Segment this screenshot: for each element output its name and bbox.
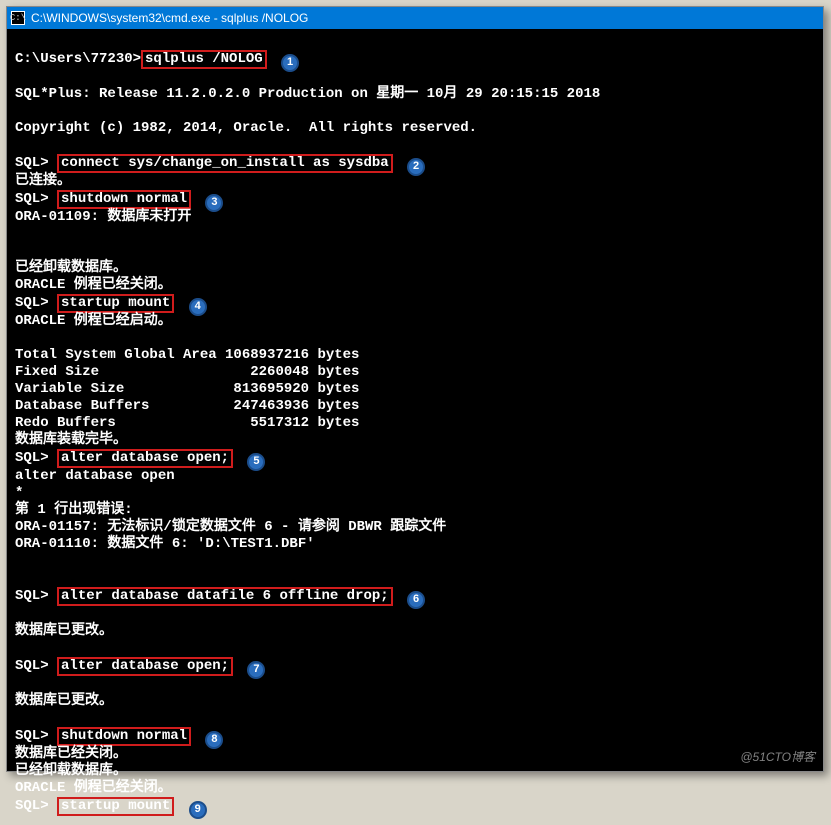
prompt: C:\Users\77230> <box>15 51 141 67</box>
mem-var: Variable Size 813695920 bytes <box>15 381 359 397</box>
msg-dismounted: 已经卸载数据库。 <box>15 260 127 276</box>
cmd-sqlplus: sqlplus /NOLOG <box>141 50 267 69</box>
step-badge-4: 4 <box>189 298 207 316</box>
cmd-shutdown-1: shutdown normal <box>57 190 191 209</box>
sql-prompt: SQL> <box>15 450 57 466</box>
cmd-shutdown-2: shutdown normal <box>57 727 191 746</box>
step-badge-2: 2 <box>407 158 425 176</box>
mem-redo: Redo Buffers 5517312 bytes <box>15 415 359 431</box>
err-line: 第 1 行出现错误: <box>15 502 133 518</box>
step-badge-7: 7 <box>247 661 265 679</box>
sql-prompt: SQL> <box>15 658 57 674</box>
mem-fixed: Fixed Size 2260048 bytes <box>15 364 359 380</box>
cmd-datafile-drop: alter database datafile 6 offline drop; <box>57 587 393 606</box>
mem-sga: Total System Global Area 1068937216 byte… <box>15 347 359 363</box>
msg-ora01110: ORA-01110: 数据文件 6: 'D:\TEST1.DBF' <box>15 536 315 552</box>
sql-prompt: SQL> <box>15 155 57 171</box>
copyright-line: Copyright (c) 1982, 2014, Oracle. All ri… <box>15 120 477 136</box>
window-title-bar[interactable]: C:\ C:\WINDOWS\system32\cmd.exe - sqlplu… <box>7 7 823 29</box>
msg-db-altered-2: 数据库已更改。 <box>15 693 113 709</box>
msg-oracle-closed-2: ORACLE 例程已经关闭。 <box>15 780 172 796</box>
step-badge-9: 9 <box>189 801 207 819</box>
release-line: SQL*Plus: Release 11.2.0.2.0 Production … <box>15 86 600 102</box>
msg-oracle-closed: ORACLE 例程已经关闭。 <box>15 277 172 293</box>
step-badge-5: 5 <box>247 453 265 471</box>
msg-ora01157: ORA-01157: 无法标识/锁定数据文件 6 - 请参阅 DBWR 跟踪文件 <box>15 519 446 535</box>
step-badge-8: 8 <box>205 731 223 749</box>
cmd-alter-open-1: alter database open; <box>57 449 233 468</box>
step-badge-3: 3 <box>205 194 223 212</box>
msg-oracle-started: ORACLE 例程已经启动。 <box>15 313 172 329</box>
cmd-connect: connect sys/change_on_install as sysdba <box>57 154 393 173</box>
msg-ora01109: ORA-01109: 数据库未打开 <box>15 209 191 225</box>
cmd-startup-mount-1: startup mount <box>57 294 174 313</box>
sql-prompt: SQL> <box>15 728 57 744</box>
mem-dbbuf: Database Buffers 247463936 bytes <box>15 398 359 414</box>
terminal-body[interactable]: C:\Users\77230>sqlplus /NOLOG 1 SQL*Plus… <box>7 29 823 820</box>
msg-dismounted-2: 已经卸载数据库。 <box>15 763 127 779</box>
msg-db-closed: 数据库已经关闭。 <box>15 746 127 762</box>
step-badge-6: 6 <box>407 591 425 609</box>
terminal-window: C:\ C:\WINDOWS\system32\cmd.exe - sqlplu… <box>6 6 824 772</box>
sql-prompt: SQL> <box>15 798 57 814</box>
watermark: @51CTO博客 <box>740 748 815 765</box>
step-badge-1: 1 <box>281 54 299 72</box>
star: * <box>15 485 23 501</box>
sql-prompt: SQL> <box>15 191 57 207</box>
cmd-startup-mount-2: startup mount <box>57 797 174 816</box>
msg-connected: 已连接。 <box>15 173 71 189</box>
echo-alter-open: alter database open <box>15 468 175 484</box>
window-title: C:\WINDOWS\system32\cmd.exe - sqlplus /N… <box>31 11 308 25</box>
cmd-icon: C:\ <box>11 11 25 25</box>
msg-mounted: 数据库装载完毕。 <box>15 432 127 448</box>
sql-prompt: SQL> <box>15 588 57 604</box>
msg-db-altered: 数据库已更改。 <box>15 623 113 639</box>
cmd-alter-open-2: alter database open; <box>57 657 233 676</box>
sql-prompt: SQL> <box>15 295 57 311</box>
